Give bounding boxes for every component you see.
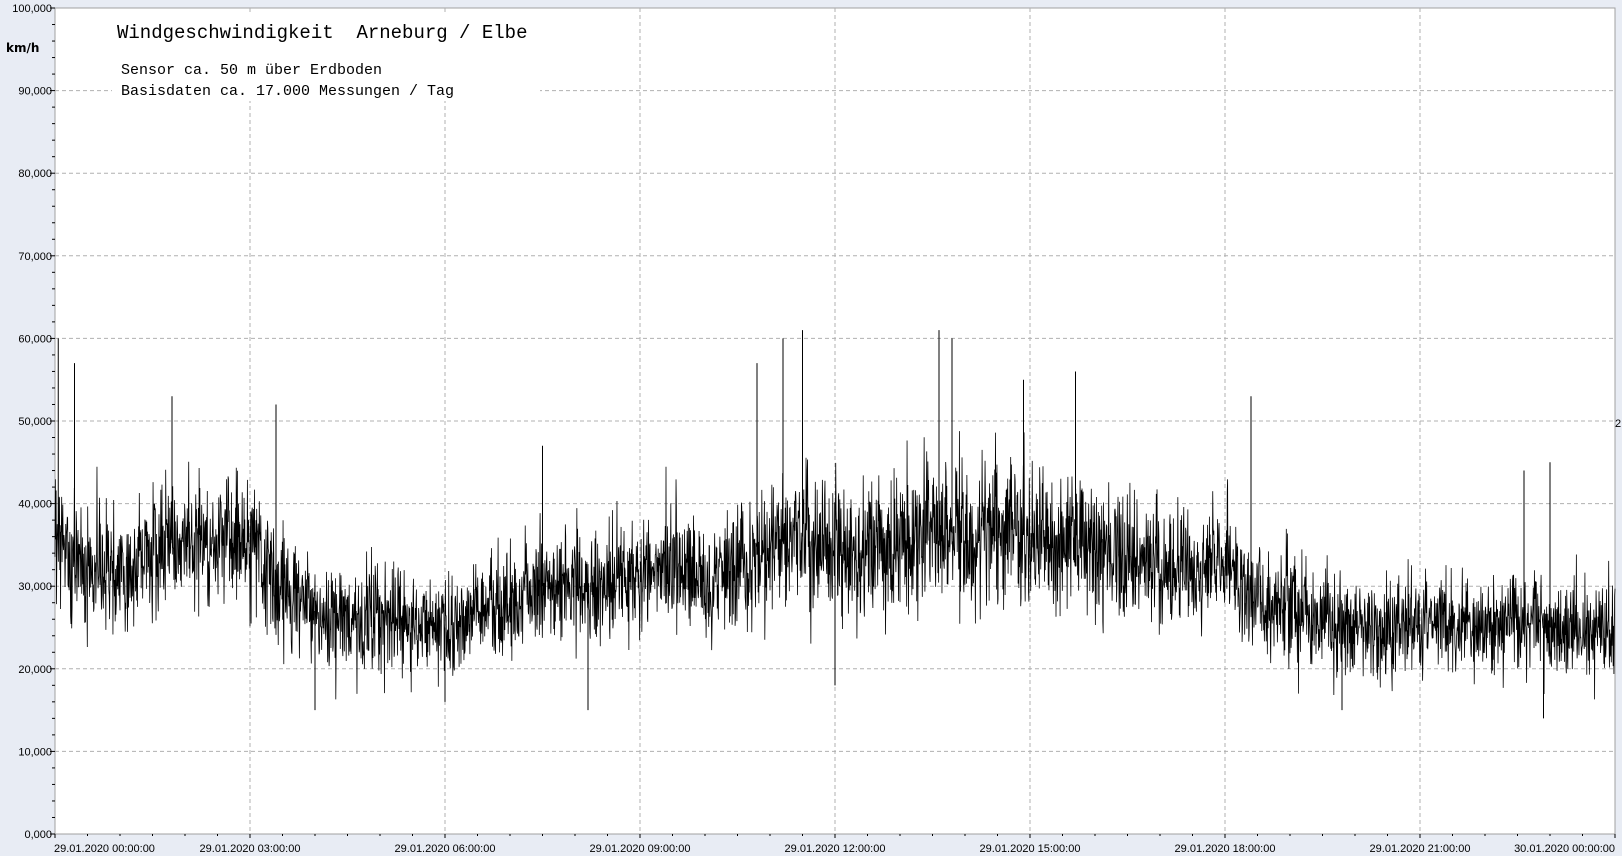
- x-tick-label: 29.01.2020 00:00:00: [54, 843, 155, 855]
- y-tick-label: 70,000: [18, 251, 52, 263]
- y-tick-label: 10,000: [18, 746, 52, 758]
- y-tick-label: 90,000: [18, 86, 52, 98]
- x-tick-label: 29.01.2020 12:00:00: [785, 843, 886, 855]
- x-tick-label: 29.01.2020 18:00:00: [1175, 843, 1276, 855]
- y-axis-label: km/h: [6, 41, 39, 55]
- x-tick-label: 29.01.2020 15:00:00: [980, 843, 1081, 855]
- y-tick-label: 30,000: [18, 581, 52, 593]
- y-tick-label: 0,000: [24, 829, 52, 841]
- y-tick-label: 20,000: [18, 664, 52, 676]
- x-tick-label: 29.01.2020 09:00:00: [590, 843, 691, 855]
- x-tick-label: 30.01.2020 00:00:00: [1514, 843, 1615, 855]
- x-tick-label: 29.01.2020 03:00:00: [200, 843, 301, 855]
- right-edge-marker: 2: [1615, 418, 1621, 430]
- measurement-annotation: Basisdaten ca. 17.000 Messungen / Tag: [121, 83, 454, 100]
- chart: 0,000 10,000 20,000 30,000 40,000 50,000 60,00…: [0, 0, 1622, 856]
- y-tick-label: 40,000: [18, 499, 52, 511]
- x-tick-label: 29.01.2020 06:00:00: [395, 843, 496, 855]
- y-tick-label: 100,000: [12, 3, 52, 15]
- y-tick-label: 60,000: [18, 333, 52, 345]
- wind-speed-chart: 0,000 10,000 20,000 30,000 40,000 50,000 60,00…: [0, 0, 1622, 856]
- y-tick-label: 50,000: [18, 416, 52, 428]
- x-tick-label: 29.01.2020 21:00:00: [1370, 843, 1471, 855]
- chart-title: Windgeschwindigkeit Arneburg / Elbe: [117, 22, 527, 44]
- y-tick-label: 80,000: [18, 168, 52, 180]
- sensor-annotation: Sensor ca. 50 m über Erdboden: [121, 62, 382, 79]
